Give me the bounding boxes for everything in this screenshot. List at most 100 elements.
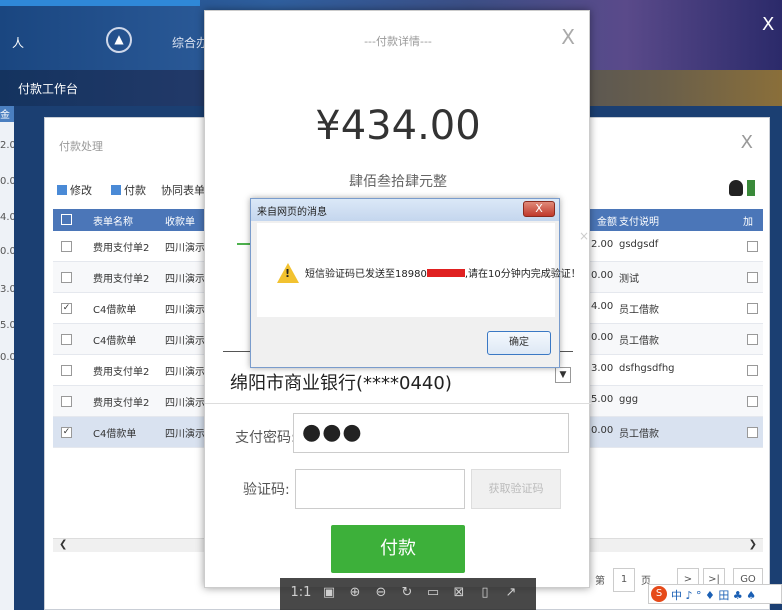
payment-amount-chinese: 肆佰叁拾肆元整 [349,174,447,190]
row-checkbox[interactable] [61,365,72,376]
row-name: C4借款单 [93,336,137,347]
payment-close-icon[interactable]: X [561,25,575,49]
column-header-amount[interactable]: 金额 [597,213,617,228]
ime-logo-icon[interactable]: S [651,586,667,602]
ime-status-icons[interactable]: 中 ♪ ° ♦ 田 ♣ ♠ [671,587,756,603]
row-unit: 四川演示 [165,243,205,254]
column-header-unit[interactable]: 收款单 [165,213,195,228]
alert-close-button[interactable]: X [523,201,555,217]
qq-penguin-icon[interactable] [729,180,743,196]
row-description: dsfhgsdfhg [619,363,675,374]
navigation-arrow-icon[interactable]: ▲ [106,27,132,53]
row-amount: 0.00 [591,425,614,436]
row-amount: 5.00 [591,394,614,405]
left-strip-value: 3.0 [0,284,14,295]
share-icon[interactable]: ↗ [500,585,522,600]
row-checkbox[interactable] [61,396,72,407]
form-toolbar-button[interactable]: 协同表单 [157,182,209,200]
select-all-checkbox[interactable] [61,214,72,225]
row-amount: 0.00 [591,270,614,281]
input-method-bar[interactable]: S 中 ♪ ° ♦ 田 ♣ ♠ [648,584,782,604]
pay-toolbar-label: 付款 [124,184,146,197]
chevron-down-icon[interactable]: ▼ [555,367,571,383]
left-strip-header: 金 [0,106,14,122]
app-close-icon[interactable]: X [762,14,774,35]
row-amount: 3.00 [591,363,614,374]
bookmark-icon[interactable]: ⊠ [448,585,470,600]
alert-ok-button[interactable]: 确定 [487,331,551,355]
actual-size-icon[interactable]: 1:1 [290,585,312,600]
bank-account-select[interactable]: 绵阳市商业银行(****0440) [230,369,452,395]
left-strip-value: 2.0 [0,140,14,151]
row-checkbox-checked[interactable]: ✓ [61,303,72,314]
row-unit: 四川演示 [165,274,205,285]
scroll-right-icon[interactable]: ❯ [749,539,757,550]
row-description: 测试 [619,274,639,285]
column-header-name[interactable]: 表单名称 [93,213,133,228]
column-header-description[interactable]: 支付说明 [619,213,659,228]
pay-button[interactable]: 付款 [331,525,465,573]
background-left-strip: 金 2.0 0.0 4.0 0.0 3.0 5.0 0.0 [0,106,14,610]
column-header-extra[interactable]: 加 [743,213,753,228]
edit-button-label: 修改 [70,184,92,197]
row-name: 费用支付单2 [93,398,150,409]
row-extra-checkbox[interactable] [747,365,758,376]
fit-window-icon[interactable]: ▣ [318,585,340,600]
alert-title-bar: 来自网页的消息 X [251,199,559,221]
row-name: 费用支付单2 [93,367,150,378]
row-checkbox[interactable] [61,241,72,252]
image-viewer-toolbar: 1:1 ▣ ⊕ ⊖ ↻ ▭ ⊠ ▯ ↗ [280,578,536,610]
row-checkbox-checked[interactable]: ✓ [61,427,72,438]
scroll-left-icon[interactable]: ❮ [59,539,67,550]
row-description: ggg [619,394,639,405]
left-strip-value: 4.0 [0,212,14,223]
verification-code-field[interactable] [295,469,465,509]
webpage-message-alert: 来自网页的消息 X ! 短信验证码已发送至18980 ,请在10分钟内完成验证！ … [250,198,581,368]
row-unit: 四川演示 [165,336,205,347]
top-nav-text-left[interactable]: 人 [12,34,24,51]
row-extra-checkbox[interactable] [747,272,758,283]
row-extra-checkbox[interactable] [747,427,758,438]
rotate-icon[interactable]: ↻ [396,585,418,600]
zoom-in-icon[interactable]: ⊕ [344,585,366,600]
alert-message-suffix: ,请在10分钟内完成验证！ [464,269,581,280]
dialog-title: 付款处理 [59,140,103,153]
top-edge-highlight [0,0,200,6]
password-field[interactable]: ●●● [293,413,569,453]
left-strip-value: 0.0 [0,246,14,257]
payment-detail-title: ---付款详情--- [364,35,432,48]
row-extra-checkbox[interactable] [747,303,758,314]
pay-icon [111,185,121,195]
pay-toolbar-button[interactable]: 付款 [107,182,150,200]
row-description: 员工借款 [619,305,659,316]
row-checkbox[interactable] [61,334,72,345]
green-tool-icon[interactable] [747,180,755,196]
redacted-phone-mark [426,269,465,277]
row-description: gsdgsdf [619,239,659,250]
row-extra-checkbox[interactable] [747,334,758,345]
row-checkbox[interactable] [61,272,72,283]
row-name: C4借款单 [93,305,137,316]
top-nav-text-center[interactable]: 综合办 [172,34,208,51]
row-extra-checkbox[interactable] [747,241,758,252]
edit-button[interactable]: 修改 [53,182,96,200]
save-icon[interactable]: ▭ [422,585,444,600]
row-description: 员工借款 [619,336,659,347]
dialog-close-icon[interactable]: X [741,132,753,153]
row-name: 费用支付单2 [93,243,150,254]
alert-title: 来自网页的消息 [257,207,327,218]
page-number-input[interactable]: 1 [613,568,635,592]
row-amount: 4.00 [591,301,614,312]
phone-icon[interactable]: ▯ [474,585,496,600]
row-unit: 四川演示 [165,398,205,409]
left-strip-value: 5.0 [0,320,14,331]
row-extra-checkbox[interactable] [747,396,758,407]
row-unit: 四川演示 [165,429,205,440]
inner-close-icon[interactable]: × [579,229,589,243]
alert-message-prefix: 短信验证码已发送至18980 [305,269,427,280]
row-amount: 2.00 [591,239,614,250]
zoom-out-icon[interactable]: ⊖ [370,585,392,600]
password-value: ●●● [302,420,363,445]
row-name: C4借款单 [93,429,137,440]
get-code-button[interactable]: 获取验证码 [471,469,561,509]
